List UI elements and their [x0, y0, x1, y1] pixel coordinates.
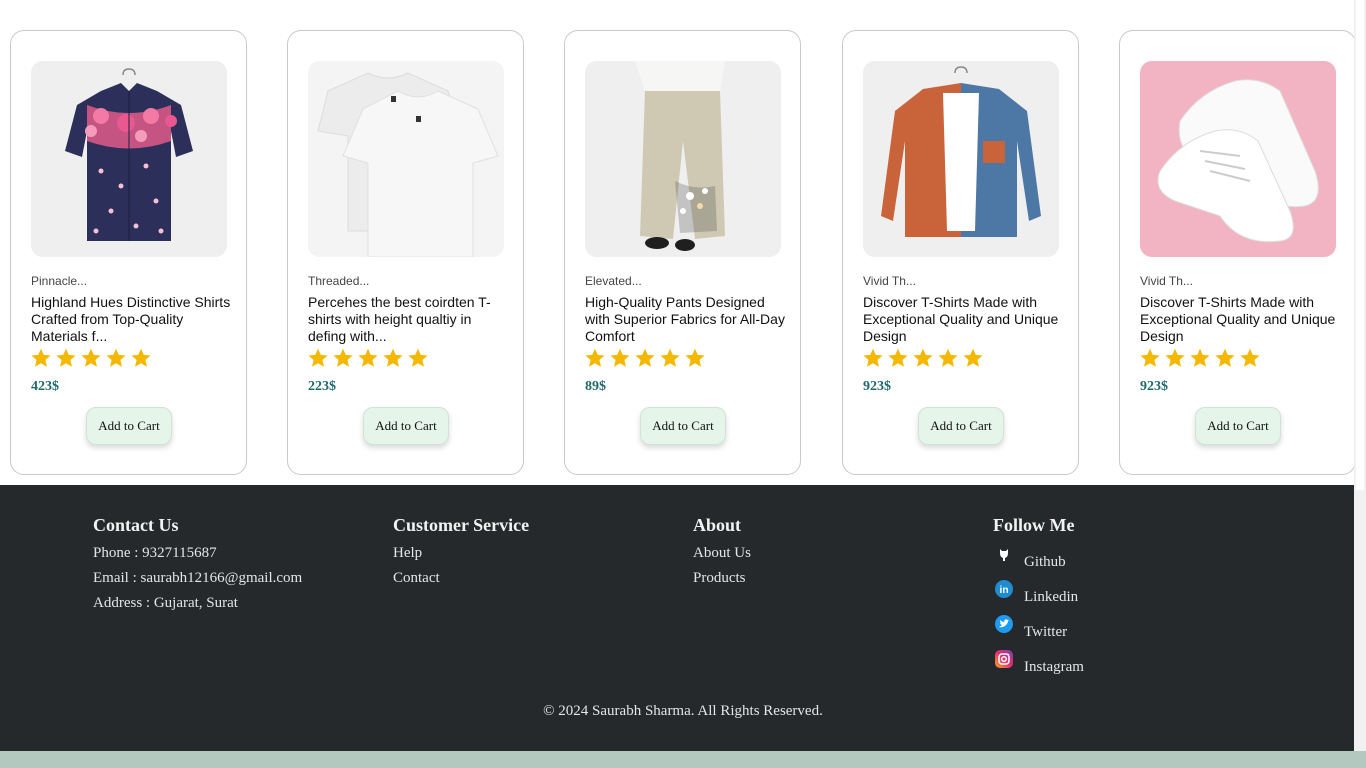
two-tone-shirt-image	[863, 61, 1059, 257]
star-icon	[1165, 348, 1185, 367]
star-icon	[1215, 348, 1235, 367]
social-instagram[interactable]: Instagram	[993, 644, 1084, 679]
scrollbar-thumb[interactable]	[1356, 0, 1364, 490]
site-footer: Contact Us Phone : 9327115687 Email : sa…	[0, 485, 1354, 751]
product-price: 923$	[863, 379, 891, 394]
footer-link-about-us[interactable]: About Us	[693, 541, 751, 566]
product-title[interactable]: Percehes the best coirdten T-shirts with…	[308, 294, 508, 345]
add-to-cart-button[interactable]: Add to Cart	[363, 407, 449, 445]
star-icon	[913, 348, 933, 367]
product-price: 923$	[1140, 379, 1168, 394]
svg-text:in: in	[1000, 585, 1009, 596]
star-icon	[963, 348, 983, 367]
social-twitter[interactable]: Twitter	[993, 609, 1084, 644]
star-icon	[31, 348, 51, 367]
product-price: 223$	[308, 379, 336, 394]
product-card[interactable]: Vivid Th... Discover T-Shirts Made with …	[1119, 30, 1356, 475]
star-icon	[1190, 348, 1210, 367]
footer-about-section: About About Us Products	[693, 515, 751, 591]
product-brand: Vivid Th...	[1140, 274, 1193, 288]
footer-heading-about: About	[693, 515, 742, 535]
product-price: 89$	[585, 379, 606, 394]
add-to-cart-button[interactable]: Add to Cart	[1195, 407, 1281, 445]
product-title[interactable]: Discover T-Shirts Made with Exceptional …	[1140, 294, 1340, 345]
star-icon	[1240, 348, 1260, 367]
product-image[interactable]	[31, 61, 227, 257]
footer-service-section: Customer Service Help Contact	[393, 515, 529, 591]
product-image[interactable]	[585, 61, 781, 257]
star-icon	[610, 348, 630, 367]
instagram-icon	[993, 648, 1015, 670]
product-card[interactable]: Elevated... High-Quality Pants Designed …	[564, 30, 801, 475]
star-icon	[408, 348, 428, 367]
add-to-cart-button[interactable]: Add to Cart	[86, 407, 172, 445]
product-brand: Elevated...	[585, 274, 642, 288]
contact-phone: Phone : 9327115687	[93, 545, 217, 561]
star-icon	[660, 348, 680, 367]
social-link-github[interactable]: Github	[1024, 552, 1066, 572]
copyright-text: © 2024 Saurabh Sharma. All Rights Reserv…	[543, 703, 823, 719]
rating-stars	[862, 347, 984, 369]
product-grid: Pinnacle... Highland Hues Distinctive Sh…	[10, 30, 1356, 475]
footer-heading-contact: Contact Us	[93, 515, 179, 535]
social-link-twitter[interactable]: Twitter	[1024, 622, 1067, 642]
star-icon	[888, 348, 908, 367]
star-icon	[863, 348, 883, 367]
footer-link-contact[interactable]: Contact	[393, 566, 529, 591]
product-brand: Threaded...	[308, 274, 370, 288]
star-icon	[358, 348, 378, 367]
product-card[interactable]: Pinnacle... Highland Hues Distinctive Sh…	[10, 30, 247, 475]
add-to-cart-button[interactable]: Add to Cart	[918, 407, 1004, 445]
social-link-instagram[interactable]: Instagram	[1024, 657, 1084, 677]
star-icon	[106, 348, 126, 367]
star-icon	[685, 348, 705, 367]
product-image[interactable]	[308, 61, 504, 257]
product-card[interactable]: Threaded... Percehes the best coirdten T…	[287, 30, 524, 475]
social-link-linkedin[interactable]: Linkedin	[1024, 587, 1078, 607]
github-icon	[993, 543, 1015, 565]
star-icon	[56, 348, 76, 367]
star-icon	[333, 348, 353, 367]
floral-shirt-image	[31, 61, 227, 257]
product-card[interactable]: Vivid Th... Discover T-Shirts Made with …	[842, 30, 1079, 475]
contact-address: Address : Gujarat, Surat	[93, 595, 238, 611]
footer-heading-service: Customer Service	[393, 515, 530, 535]
vertical-scrollbar[interactable]	[1354, 0, 1366, 751]
footer-contact-section: Contact Us Phone : 9327115687 Email : sa…	[93, 515, 302, 616]
rating-stars	[584, 347, 706, 369]
product-price: 423$	[31, 379, 59, 394]
product-title[interactable]: Highland Hues Distinctive Shirts Crafted…	[31, 294, 231, 345]
social-linkedin[interactable]: in Linkedin	[993, 574, 1084, 609]
footer-heading-follow: Follow Me	[993, 515, 1075, 535]
star-icon	[383, 348, 403, 367]
star-icon	[938, 348, 958, 367]
product-title[interactable]: High-Quality Pants Designed with Superio…	[585, 294, 785, 345]
product-image[interactable]	[863, 61, 1059, 257]
rating-stars	[307, 347, 429, 369]
white-sneakers-image	[1140, 61, 1336, 257]
star-icon	[585, 348, 605, 367]
contact-email: Email : saurabh12166@gmail.com	[93, 570, 303, 586]
product-image[interactable]	[1140, 61, 1336, 257]
footer-follow-section: Follow Me Github in Linkedin Twitter Ins…	[993, 515, 1084, 679]
linkedin-icon: in	[993, 578, 1015, 600]
rating-stars	[30, 347, 152, 369]
social-github[interactable]: Github	[993, 539, 1084, 574]
footer-link-help[interactable]: Help	[393, 541, 529, 566]
rating-stars	[1139, 347, 1261, 369]
star-icon	[635, 348, 655, 367]
star-icon	[131, 348, 151, 367]
star-icon	[81, 348, 101, 367]
star-icon	[308, 348, 328, 367]
star-icon	[1140, 348, 1160, 367]
product-title[interactable]: Discover T-Shirts Made with Exceptional …	[863, 294, 1063, 345]
product-brand: Vivid Th...	[863, 274, 916, 288]
twitter-icon	[993, 613, 1015, 635]
add-to-cart-button[interactable]: Add to Cart	[640, 407, 726, 445]
footer-link-products[interactable]: Products	[693, 566, 751, 591]
white-tshirts-image	[308, 61, 504, 257]
product-brand: Pinnacle...	[31, 274, 88, 288]
linen-pants-image	[585, 61, 781, 257]
